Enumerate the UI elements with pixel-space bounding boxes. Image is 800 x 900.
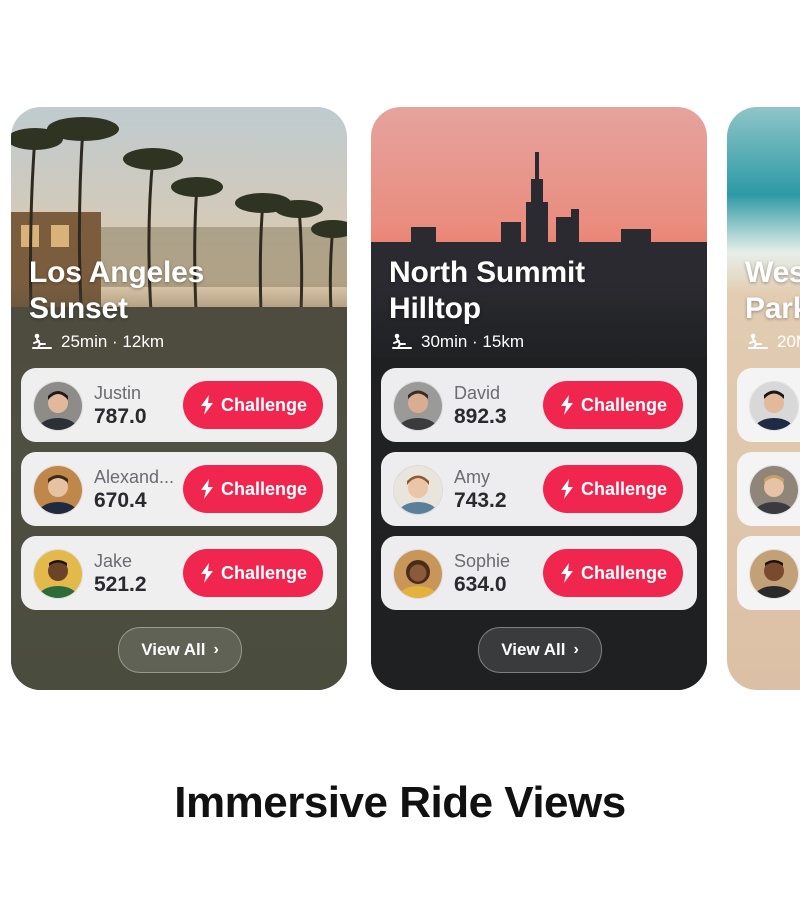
- lightning-icon: [200, 479, 213, 499]
- avatar: [749, 381, 799, 431]
- challenge-label: Challenge: [220, 394, 308, 415]
- rider-name: Jake: [94, 551, 133, 571]
- challenge-label: Challenge: [580, 394, 668, 415]
- card-title: Wes Park: [745, 255, 800, 327]
- rider-score: 787.0: [94, 405, 147, 428]
- view-all-button[interactable]: View All ›: [118, 627, 242, 673]
- rider-score: 743.2: [454, 489, 507, 512]
- rider-score: 521.2: [94, 573, 147, 596]
- rowing-machine-icon: [32, 333, 52, 349]
- card-title-line2: Hilltop: [389, 292, 481, 325]
- rider-score: 634.0: [454, 573, 507, 596]
- challenge-button[interactable]: Challenge: [183, 381, 323, 429]
- rider-name: Sophie: [454, 551, 511, 571]
- card-meta: 25min · 12km: [31, 331, 164, 353]
- ride-cards-carousel: Los Angeles Sunset 25min · 12km Justin 7…: [0, 0, 800, 720]
- card-title-line1: Los Angeles: [29, 256, 205, 289]
- lightning-icon: [200, 563, 213, 583]
- avatar: [33, 549, 83, 599]
- leaderboard-row[interactable]: [737, 368, 800, 442]
- challenge-button[interactable]: Challenge: [543, 465, 683, 513]
- card-title-line2: Park: [745, 292, 800, 325]
- leaderboard-row[interactable]: Jake 521.2 Challenge: [21, 536, 337, 610]
- leaderboard-row[interactable]: [737, 452, 800, 526]
- challenge-button[interactable]: Challenge: [543, 549, 683, 597]
- challenge-button[interactable]: Challenge: [543, 381, 683, 429]
- challenge-label: Challenge: [580, 478, 668, 499]
- challenge-label: Challenge: [220, 562, 308, 583]
- card-title-line1: Wes: [745, 256, 800, 289]
- leaderboard-list: [737, 368, 800, 620]
- rider-name: David: [454, 383, 501, 403]
- view-all-button[interactable]: View All ›: [478, 627, 602, 673]
- avatar: [393, 549, 443, 599]
- rowing-machine-icon: [748, 333, 768, 349]
- challenge-button[interactable]: Challenge: [183, 465, 323, 513]
- avatar: [393, 465, 443, 515]
- card-meta: 30min · 15km: [391, 331, 524, 353]
- avatar: [33, 381, 83, 431]
- leaderboard-list: Justin 787.0 Challenge Alexand... 670.4 …: [21, 368, 337, 620]
- lightning-icon: [200, 395, 213, 415]
- rider-score: 670.4: [94, 489, 147, 512]
- rowing-machine-icon: [392, 333, 412, 349]
- feature-caption: Immersive Ride Views: [174, 778, 626, 827]
- card-title-line1: North Summit: [389, 256, 585, 289]
- challenge-button[interactable]: Challenge: [183, 549, 323, 597]
- rider-score: 892.3: [454, 405, 507, 428]
- rider-name: Amy: [454, 467, 490, 487]
- avatar: [749, 549, 799, 599]
- chevron-right-icon: ›: [213, 641, 219, 658]
- avatar: [749, 465, 799, 515]
- rider-name: Justin: [94, 383, 142, 403]
- card-title: North Summit Hilltop: [389, 255, 699, 327]
- challenge-label: Challenge: [220, 478, 308, 499]
- leaderboard-row[interactable]: Sophie 634.0 Challenge: [381, 536, 697, 610]
- card-meta: 20M: [747, 331, 800, 353]
- challenge-label: Challenge: [580, 562, 668, 583]
- leaderboard-row[interactable]: David 892.3 Challenge: [381, 368, 697, 442]
- card-meta-text: 30min · 15km: [421, 332, 524, 351]
- avatar: [33, 465, 83, 515]
- card-meta-text: 20M: [777, 332, 800, 351]
- ride-card-north-summit[interactable]: North Summit Hilltop 30min · 15km David …: [371, 107, 707, 690]
- ride-card-partial[interactable]: Wes Park 20M: [727, 107, 800, 690]
- chevron-right-icon: ›: [573, 641, 579, 658]
- leaderboard-row[interactable]: Amy 743.2 Challenge: [381, 452, 697, 526]
- leaderboard-list: David 892.3 Challenge Amy 743.2 Challeng…: [381, 368, 697, 620]
- ride-card-los-angeles[interactable]: Los Angeles Sunset 25min · 12km Justin 7…: [11, 107, 347, 690]
- card-meta-text: 25min · 12km: [61, 332, 164, 351]
- rider-name: Alexand...: [94, 467, 175, 487]
- card-title: Los Angeles Sunset: [29, 255, 339, 327]
- lightning-icon: [560, 563, 573, 583]
- leaderboard-row[interactable]: Alexand... 670.4 Challenge: [21, 452, 337, 526]
- leaderboard-row[interactable]: [737, 536, 800, 610]
- view-all-label: View All: [501, 640, 566, 659]
- lightning-icon: [560, 395, 573, 415]
- view-all-label: View All: [141, 640, 206, 659]
- leaderboard-row[interactable]: Justin 787.0 Challenge: [21, 368, 337, 442]
- avatar: [393, 381, 443, 431]
- lightning-icon: [560, 479, 573, 499]
- card-title-line2: Sunset: [29, 292, 128, 325]
